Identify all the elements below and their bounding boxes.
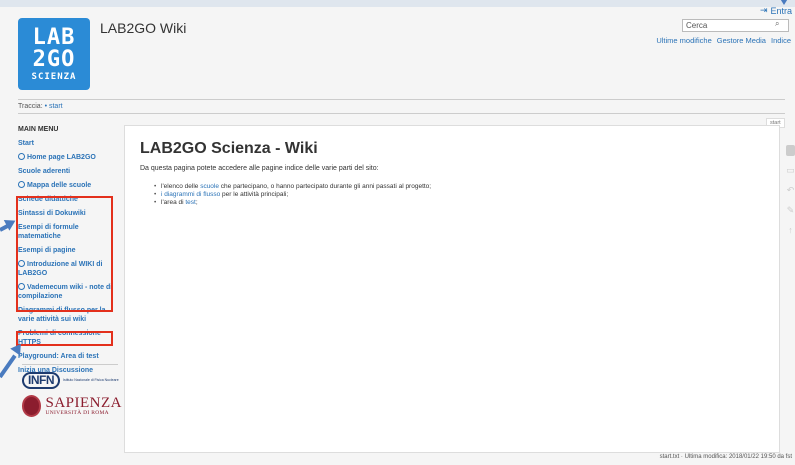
- link-diagrammi[interactable]: i diagrammi di flusso: [161, 191, 220, 198]
- backlinks-icon[interactable]: ↶: [786, 185, 795, 196]
- highlight-box-playground: [16, 331, 113, 346]
- tool-recent-changes[interactable]: Ultime modifiche: [656, 36, 711, 45]
- sapienza-logo[interactable]: SAPIENZA UNIVERSITÀ DI ROMA: [22, 391, 122, 421]
- search-icon[interactable]: ⌕: [775, 19, 779, 29]
- page-content: LAB2GO Scienza - Wiki Da questa pagina p…: [124, 125, 780, 453]
- annotation-arrow-playground: [0, 354, 17, 379]
- login-link[interactable]: ⇥ Entra: [760, 5, 792, 16]
- infn-text: Istituto Nazionale di Fisica Nucleare: [63, 378, 119, 382]
- breadcrumb-label: Traccia:: [18, 103, 43, 110]
- divider: [22, 364, 118, 365]
- subscribe-icon[interactable]: ✎: [786, 205, 795, 216]
- footer-doc-info: start.txt · Ultima modifica: 2018/01/22 …: [659, 454, 792, 460]
- tool-media-manager[interactable]: Gestore Media: [717, 36, 766, 45]
- infn-logo[interactable]: INFN Istituto Nazionale di Fisica Nuclea…: [22, 371, 120, 389]
- sidebar-item-home-page[interactable]: Home page LAB2GO: [18, 153, 118, 162]
- list-item: i diagrammi di flusso per le attività pr…: [154, 191, 764, 199]
- link-test[interactable]: test: [185, 199, 195, 206]
- site-tools: Ultime modifiche Gestore Media Indice: [656, 36, 791, 45]
- sapienza-wordmark: SAPIENZA UNIVERSITÀ DI ROMA: [45, 395, 122, 417]
- site-logo[interactable]: LAB 2GO SCIENZA: [18, 18, 90, 90]
- sidebar-item-mappa-scuole[interactable]: Mappa delle scuole: [18, 181, 118, 190]
- link-scuole[interactable]: scuole: [200, 183, 219, 190]
- sidebar-item-playground[interactable]: Playground: Area di test: [18, 352, 118, 361]
- menu-title: MAIN MENU: [18, 126, 59, 133]
- sidebar-item-scuole-aderenti[interactable]: Scuole aderenti: [18, 167, 118, 176]
- infn-mark: INFN: [22, 371, 60, 389]
- globe-icon: [18, 153, 25, 160]
- breadcrumb: Traccia: • start: [18, 103, 63, 110]
- back-to-top-icon[interactable]: ↑: [786, 225, 795, 236]
- divider: [18, 99, 785, 100]
- page-tools: ▭ ↶ ✎ ↑: [786, 145, 795, 236]
- revisions-icon[interactable]: ▭: [786, 165, 795, 176]
- page-list: l'elenco delle scuole che partecipano, o…: [140, 183, 764, 207]
- sapienza-seal: [22, 395, 42, 417]
- list-item: l'area di test;: [154, 199, 764, 207]
- sidebar-item-start[interactable]: Start: [18, 139, 118, 148]
- tool-index[interactable]: Indice: [771, 36, 791, 45]
- globe-icon: [18, 181, 25, 188]
- logo-line-3: SCIENZA: [31, 71, 77, 82]
- login-label: Entra: [770, 5, 792, 16]
- sapienza-name: SAPIENZA: [45, 395, 122, 411]
- top-bar: [0, 0, 795, 7]
- search-input[interactable]: Cerca: [682, 19, 789, 32]
- logo-line-2: 2GO: [32, 46, 76, 72]
- breadcrumb-item-start[interactable]: • start: [45, 103, 63, 110]
- logo-line-1: LAB: [32, 24, 76, 50]
- page-title: LAB2GO Scienza - Wiki: [140, 140, 318, 157]
- list-item: l'elenco delle scuole che partecipano, o…: [154, 183, 764, 191]
- highlight-box-tutorials: [16, 196, 113, 312]
- site-title[interactable]: LAB2GO Wiki: [100, 20, 186, 36]
- divider: [18, 113, 785, 114]
- page-intro: Da questa pagina potete accedere alle pa…: [140, 165, 379, 172]
- login-icon: ⇥: [759, 5, 768, 15]
- edit-icon[interactable]: [786, 145, 795, 156]
